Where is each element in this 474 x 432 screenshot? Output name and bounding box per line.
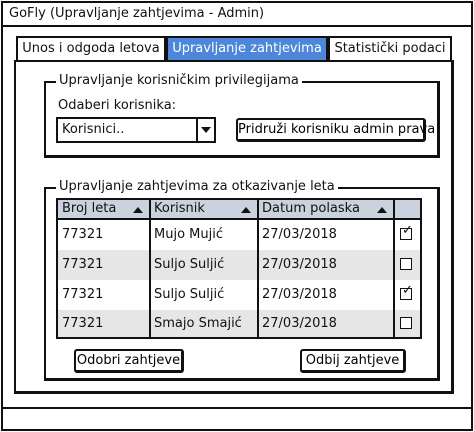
cell-flight: 77321 bbox=[62, 316, 104, 331]
cell-date: 27/03/2018 bbox=[262, 316, 337, 331]
row-checkbox[interactable] bbox=[400, 317, 412, 329]
column-header-label: Korisnik bbox=[154, 201, 205, 216]
column-header-label: Broj leta bbox=[62, 201, 117, 216]
column-divider bbox=[257, 200, 259, 337]
column-header-broj-leta[interactable]: Broj leta bbox=[58, 200, 150, 220]
chevron-down-icon[interactable] bbox=[196, 119, 214, 141]
check-icon: ✓ bbox=[402, 283, 413, 298]
row-checkbox[interactable] bbox=[400, 258, 412, 270]
row-checkbox[interactable]: ✓ bbox=[400, 223, 413, 240]
privileges-legend: Upravljanje korisničkim privilegijama bbox=[56, 73, 302, 89]
cell-date: 27/03/2018 bbox=[262, 257, 337, 272]
cell-user: Suljo Suljić bbox=[154, 287, 225, 302]
column-divider bbox=[393, 200, 395, 337]
sort-asc-icon bbox=[133, 207, 143, 213]
table-row[interactable]: 77321 Suljo Suljić 27/03/2018 bbox=[58, 250, 420, 280]
table-row[interactable]: 77321 Smajo Smajić 27/03/2018 bbox=[58, 310, 420, 337]
cell-flight: 77321 bbox=[62, 227, 104, 242]
column-header-label: Datum polaska bbox=[262, 201, 360, 216]
select-user-label: Odaberi korisnika: bbox=[58, 98, 177, 113]
assign-admin-button[interactable]: Pridruži korisniku admin prava bbox=[236, 118, 435, 142]
reject-requests-button[interactable]: Odbij zahtjeve bbox=[300, 349, 406, 373]
approve-requests-button[interactable]: Odobri zahtjeve bbox=[74, 349, 184, 373]
column-header-korisnik[interactable]: Korisnik bbox=[150, 200, 258, 220]
requests-table: Broj leta Korisnik Datum polaska 77321 M… bbox=[56, 198, 422, 339]
status-bar bbox=[3, 407, 471, 429]
tab-upravljanje-zahtjevima[interactable]: Upravljanje zahtjevima bbox=[166, 36, 328, 62]
sort-asc-icon bbox=[241, 207, 251, 213]
tab-statisticki-podaci[interactable]: Statistički podaci bbox=[328, 36, 452, 62]
requests-legend: Upravljanje zahtjevima za otkazivanje le… bbox=[56, 179, 338, 195]
column-header-datum-polaska[interactable]: Datum polaska bbox=[258, 200, 394, 220]
table-row[interactable]: 77321 Suljo Suljić 27/03/2018 ✓ bbox=[58, 280, 420, 310]
cell-date: 27/03/2018 bbox=[262, 287, 337, 302]
tab-unos-i-odgoda-letova[interactable]: Unos i odgoda letova bbox=[16, 36, 166, 62]
column-header-select[interactable] bbox=[394, 200, 420, 220]
cell-user: Mujo Mujić bbox=[154, 227, 223, 242]
user-select-value: Korisnici.. bbox=[62, 122, 125, 137]
cell-flight: 77321 bbox=[62, 287, 104, 302]
window-title: GoFly (Upravljanje zahtjevima - Admin) bbox=[3, 3, 471, 27]
column-divider bbox=[149, 200, 151, 337]
cell-user: Suljo Suljić bbox=[154, 257, 225, 272]
check-icon: ✓ bbox=[402, 223, 413, 238]
user-select[interactable]: Korisnici.. bbox=[56, 117, 216, 143]
cell-user: Smajo Smajić bbox=[154, 316, 242, 331]
table-row[interactable]: 77321 Mujo Mujić 27/03/2018 ✓ bbox=[58, 220, 420, 250]
cell-flight: 77321 bbox=[62, 257, 104, 272]
row-checkbox[interactable]: ✓ bbox=[400, 283, 413, 300]
sort-asc-icon bbox=[377, 207, 387, 213]
cell-date: 27/03/2018 bbox=[262, 227, 337, 242]
